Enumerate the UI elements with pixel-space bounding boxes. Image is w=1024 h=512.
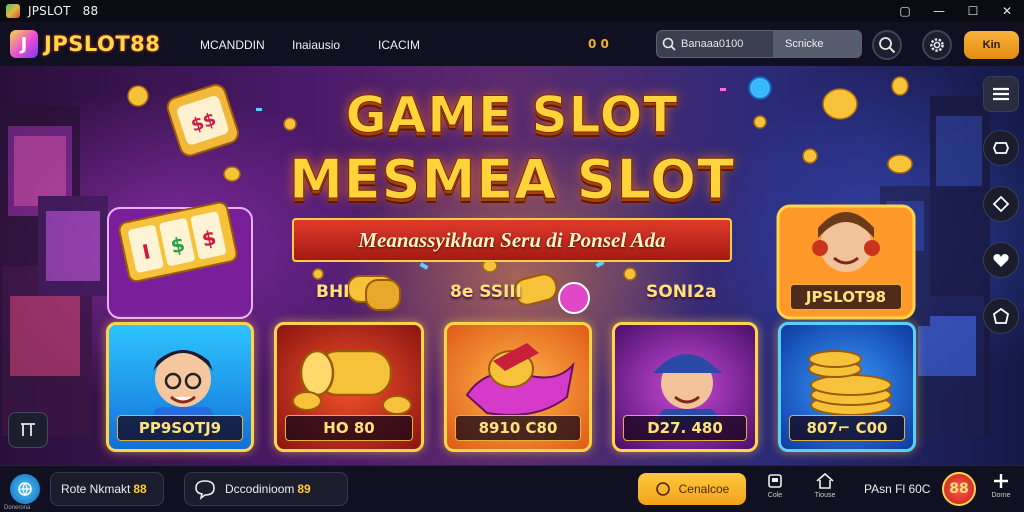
panel-icon: [21, 423, 35, 436]
headline-line-2: MESMEA SLOT: [289, 148, 735, 212]
game-card-3-label: 8910 C80: [455, 415, 581, 441]
sidebar-toggle-button[interactable]: [8, 412, 48, 448]
add-label: Dorne: [991, 492, 1011, 499]
heart-icon: [993, 254, 1009, 267]
tool-1-label: Cole: [767, 492, 783, 499]
speech-bubble-icon: [195, 480, 215, 500]
ticker-1-accent: 88: [133, 482, 147, 496]
bottom-toolbar: Donerona Rote Nkmakt 88 Dccodinioom 89 Cen…: [0, 465, 1024, 512]
minimize-button[interactable]: —: [922, 0, 956, 22]
coin-counter: 0 0: [588, 37, 609, 51]
logo-text[interactable]: JPSLOT88: [44, 32, 160, 56]
balance-text: PAsn Fl 60C: [864, 482, 931, 496]
tool-button-1[interactable]: Cole: [760, 472, 790, 508]
tool-2-label: Tiouse: [814, 492, 836, 499]
restore-small-icon[interactable]: ▢: [888, 0, 922, 22]
window-controls: ▢ — ☐ ✕: [888, 0, 1024, 22]
add-button[interactable]: Dorne: [986, 472, 1016, 508]
plus-icon: [994, 474, 1008, 488]
maximize-button[interactable]: ☐: [956, 0, 990, 22]
menu-button[interactable]: [983, 76, 1019, 112]
promo-banner: $$ I $ $ GAME SLOT MESMEA SLOT Meanassyi…: [0, 66, 1024, 465]
gear-icon: [930, 38, 944, 52]
ribbon-text: Meanassyikhan Seru di Ponsel Ada: [358, 227, 666, 252]
close-button[interactable]: ✕: [990, 0, 1024, 22]
magnifier-icon: [879, 37, 896, 54]
window-titlebar: JPSLOT 88 ▢ — ☐ ✕: [0, 0, 1024, 22]
game-card-1-label: PP9SOTJ9: [117, 415, 243, 441]
mid-label-1: BHI: [316, 282, 350, 302]
ticker-1-text: Rote Nkmakt: [61, 482, 131, 496]
game-card-4-label: D27. 480: [623, 415, 747, 441]
nav-link-1[interactable]: MCANDDIN: [200, 38, 265, 52]
nav-link-2[interactable]: Inaiausio: [292, 38, 340, 52]
menu-icon: [993, 87, 1009, 101]
headline-line-1: GAME SLOT: [345, 86, 679, 145]
jackpot-badge[interactable]: 88: [942, 472, 976, 506]
cta-label: Cenalcoe: [678, 482, 730, 496]
ticker-pill-1[interactable]: Rote Nkmakt 88: [50, 472, 164, 506]
diamond-icon: [992, 195, 1010, 213]
chat-bubble-icon: [993, 142, 1009, 154]
home-icon: [816, 472, 834, 489]
search-icon[interactable]: [657, 31, 681, 57]
top-navbar: J JPSLOT88 MCANDDIN Inaiausio ICACIM 0 0…: [0, 22, 1024, 66]
ticker-2-accent: 89: [297, 482, 311, 496]
like-button[interactable]: [983, 242, 1019, 278]
game-card-2[interactable]: HO 80: [274, 322, 424, 452]
chat-circle-icon: [655, 482, 670, 496]
app-sub-label: Donerona: [4, 505, 31, 511]
game-card-2-label: HO 80: [285, 415, 413, 441]
pentagon-icon: [992, 307, 1010, 324]
game-card-1[interactable]: PP9SOTJ9: [106, 322, 254, 452]
game-card-5[interactable]: 807⌐ C00: [778, 322, 916, 452]
zoom-button[interactable]: [872, 30, 902, 60]
app-icon: [6, 4, 20, 18]
window-title: JPSLOT 88: [28, 4, 99, 18]
login-button[interactable]: Kin: [964, 31, 1019, 59]
shield-button[interactable]: [983, 298, 1019, 334]
chat-button[interactable]: [983, 130, 1019, 166]
app-globe-icon[interactable]: [10, 474, 40, 504]
favorite-button[interactable]: [983, 186, 1019, 222]
search-filter-select[interactable]: Scnicke: [773, 31, 861, 57]
mid-label-2: 8e SSIII: [450, 282, 522, 302]
mid-label-3: SONI2a: [646, 282, 717, 302]
subtitle-ribbon: Meanassyikhan Seru di Ponsel Ada: [292, 218, 732, 262]
game-card-3[interactable]: 8910 C80: [444, 322, 592, 452]
logo-icon[interactable]: J: [10, 30, 38, 58]
deposit-cta-button[interactable]: Cenalcoe: [638, 473, 746, 505]
top-right-card-label[interactable]: JPSLOT98: [790, 284, 902, 310]
search-bar: Scnicke: [656, 30, 862, 58]
tool-button-2[interactable]: Tiouse: [810, 472, 840, 508]
nav-link-3[interactable]: ICACIM: [378, 38, 420, 52]
game-card-4[interactable]: D27. 480: [612, 322, 758, 452]
game-card-5-label: 807⌐ C00: [789, 415, 905, 441]
settings-button[interactable]: [922, 30, 952, 60]
calendar-icon: [768, 474, 782, 488]
ticker-pill-2[interactable]: Dccodinioom 89: [184, 472, 348, 506]
search-input[interactable]: [681, 31, 773, 57]
ticker-2-text: Dccodinioom: [225, 482, 295, 496]
